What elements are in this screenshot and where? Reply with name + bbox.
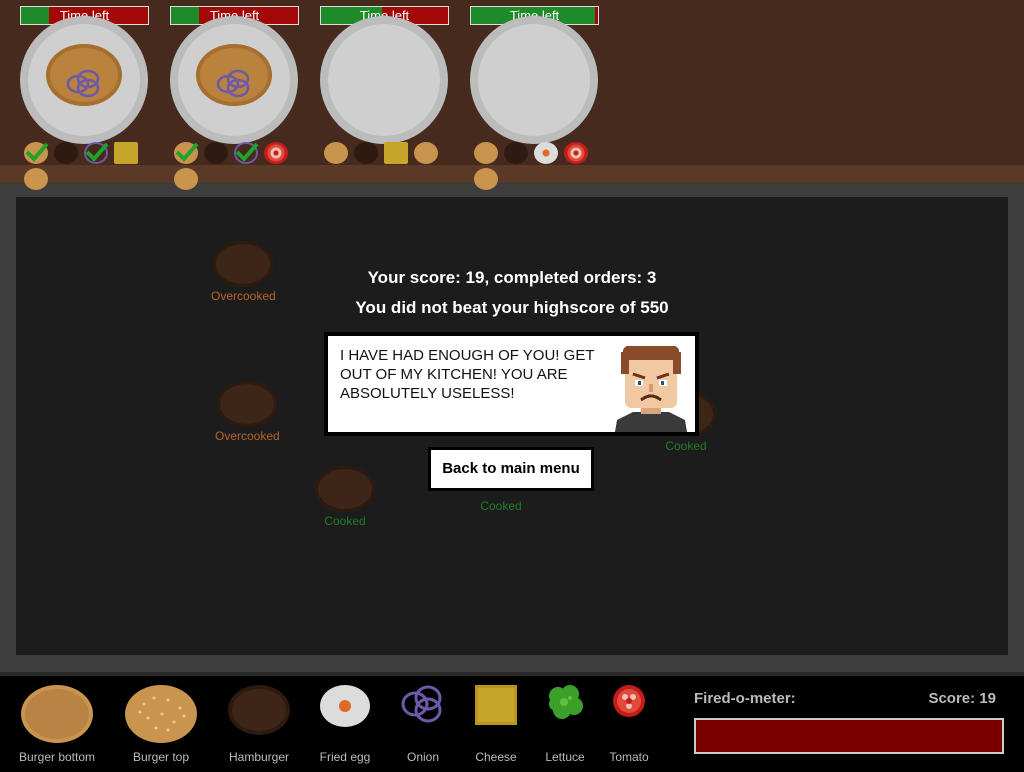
ingredient-label: Hamburger [228,750,290,764]
tomato-icon [613,685,645,717]
hamburger-icon [54,142,78,164]
back-to-main-menu-button[interactable]: Back to main menu [428,447,594,491]
requirement-burger-top [414,142,438,164]
requirement-burger-bottom [174,142,199,164]
fired-o-meter-label: Fired-o-meter: [694,690,796,707]
checkmark-icon [235,142,259,162]
tomato-icon [564,142,588,164]
order-card-3[interactable]: Time left [320,6,450,196]
burger-top-icon [174,168,198,190]
checkmark-icon [25,142,49,162]
ingredient-onion[interactable]: Onion [400,684,446,764]
requirement-burger-bottom [24,142,49,164]
burger-top-icon [125,685,197,743]
hamburger-icon [204,142,228,164]
angry-chef-icon [615,346,687,432]
requirement-burger-top [474,168,498,190]
score-label: Score: 19 [928,690,996,707]
requirement-hamburger [54,142,78,164]
hamburger-patty-icon [315,466,375,512]
hamburger-icon [354,142,378,164]
ingredient-label: Tomato [609,750,649,764]
cook-status-label: Cooked [665,439,707,453]
fried-egg-icon [320,685,370,727]
requirement-hamburger [504,142,528,164]
ingredient-burger-bottom[interactable]: Burger bottom [19,684,95,764]
fried-egg-icon [534,142,558,164]
checkmark-icon [175,142,199,162]
final-score-text: Your score: 19, completed orders: 3 [367,268,657,287]
onion-icon [401,685,442,723]
cheese-icon [475,685,517,725]
workspace-patty[interactable]: Overcooked [215,381,280,443]
ingredient-hamburger[interactable]: Hamburger [228,684,290,764]
ingredient-burger-top[interactable]: Burger top [124,684,198,764]
burger-top-icon [474,168,498,190]
ingredient-label: Burger bottom [18,750,96,764]
ingredient-label: Burger top [132,750,190,764]
ingredient-label: Fried egg [319,750,371,764]
plate [170,16,298,144]
requirement-hamburger [204,142,228,164]
requirement-cheese [384,142,408,164]
requirement-tomato [264,142,288,164]
onion-icon [216,69,250,98]
cook-status-label: Overcooked [215,429,280,443]
hamburger-icon [504,142,528,164]
ingredient-bar: Burger bottom Burger top Hamburger Fried… [0,672,1024,772]
cook-status-label: Cooked [324,514,366,528]
requirement-burger-bottom [324,142,348,164]
burger-bottom-icon [324,142,348,164]
hamburger-patty-icon [228,685,290,735]
burger-top-icon [24,168,48,190]
order-requirements [24,142,154,198]
cheese-icon [114,142,138,164]
burger-bottom-icon [21,685,93,743]
requirement-onion [234,142,259,164]
fired-o-meter-fill [696,720,1002,752]
ingredient-fried-egg[interactable]: Fried egg [320,684,370,764]
requirement-burger-top [24,168,48,190]
order-card-2[interactable]: Time left [170,6,300,196]
cheese-icon [384,142,408,164]
order-requirements [474,142,604,198]
chef-message: I HAVE HAD ENOUGH OF YOU! GET OUT OF MY … [340,347,595,402]
order-card-1[interactable]: Time left [20,6,150,196]
ingredient-tomato[interactable]: Tomato [609,684,649,764]
plate [320,16,448,144]
order-requirements [324,142,454,198]
requirement-burger-top [174,168,198,190]
requirement-hamburger [354,142,378,164]
fired-o-meter [694,718,1004,754]
workspace-patty[interactable]: Cooked [315,466,375,528]
checkmark-icon [85,142,109,162]
plate [470,16,598,144]
requirement-onion [84,142,109,164]
requirement-burger-bottom [474,142,498,164]
tomato-icon [264,142,288,164]
cook-status-label: Cooked [480,499,522,513]
ingredient-cheese[interactable]: Cheese [474,684,518,764]
burger-bottom-icon [474,142,498,164]
requirement-fried-egg [534,142,558,164]
order-card-4[interactable]: Time left [470,6,600,196]
order-requirements [174,142,304,198]
ingredient-lettuce[interactable]: Lettuce [545,684,585,764]
burger-top-icon [414,142,438,164]
requirement-tomato [564,142,588,164]
plate [20,16,148,144]
requirement-cheese [114,142,138,164]
hamburger-patty-icon [217,381,278,427]
onion-icon [66,69,100,98]
lettuce-icon [549,685,583,719]
highscore-text: You did not beat your highscore of 550 [355,298,669,317]
chef-speech-bubble: I HAVE HAD ENOUGH OF YOU! GET OUT OF MY … [324,332,699,436]
